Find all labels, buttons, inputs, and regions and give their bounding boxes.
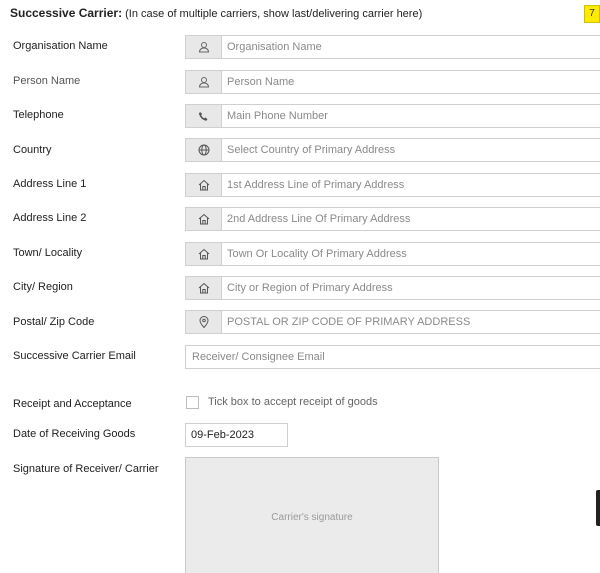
address-line-2-label: Address Line 2 xyxy=(13,212,87,224)
step-badge: 7 xyxy=(584,5,600,23)
section-header: Successive Carrier: (In case of multiple… xyxy=(10,6,422,20)
scroll-handle[interactable] xyxy=(596,490,600,526)
accept-receipt-label: Tick box to accept receipt of goods xyxy=(208,396,378,408)
address-line-2-field xyxy=(185,207,600,231)
country-field xyxy=(185,138,600,162)
section-note: (In case of multiple carriers, show last… xyxy=(125,8,423,20)
accept-receipt-checkbox[interactable] xyxy=(186,396,199,409)
home-icon xyxy=(186,277,222,299)
phone-icon xyxy=(186,105,222,127)
town-locality-input[interactable] xyxy=(222,243,600,265)
signature-pad[interactable]: Carrier's signature xyxy=(185,457,439,573)
telephone-input[interactable] xyxy=(222,105,600,127)
person-name-label: Person Name xyxy=(13,75,81,87)
signature-label: Signature of Receiver/ Carrier xyxy=(13,463,159,475)
receipt-label: Receipt and Acceptance xyxy=(13,398,132,410)
telephone-label: Telephone xyxy=(13,109,64,121)
organisation-name-label: Organisation Name xyxy=(13,40,108,52)
home-icon xyxy=(186,243,222,265)
postal-code-label: Postal/ Zip Code xyxy=(13,316,95,328)
country-input[interactable] xyxy=(222,139,600,161)
address-line-2-input[interactable] xyxy=(222,208,600,230)
home-icon xyxy=(186,208,222,230)
postal-code-input[interactable] xyxy=(222,311,600,333)
section-title: Successive Carrier: xyxy=(10,6,123,20)
organisation-name-field xyxy=(185,35,600,59)
person-name-input[interactable] xyxy=(222,71,600,93)
date-receiving-input[interactable] xyxy=(186,424,287,446)
address-line-1-label: Address Line 1 xyxy=(13,178,87,190)
town-locality-label: Town/ Locality xyxy=(13,247,83,259)
telephone-field xyxy=(185,104,600,128)
city-region-label: City/ Region xyxy=(13,281,73,293)
user-icon xyxy=(186,71,222,93)
postal-code-field xyxy=(185,310,600,334)
home-icon xyxy=(186,174,222,196)
date-receiving-label: Date of Receiving Goods xyxy=(13,428,136,440)
organisation-name-input[interactable] xyxy=(222,36,600,58)
globe-icon xyxy=(186,139,222,161)
city-region-field xyxy=(185,276,600,300)
carrier-email-label: Successive Carrier Email xyxy=(13,350,136,362)
country-label: Country xyxy=(13,144,52,156)
date-receiving-field xyxy=(185,423,288,447)
carrier-email-field xyxy=(185,345,600,369)
address-line-1-input[interactable] xyxy=(222,174,600,196)
carrier-email-input[interactable] xyxy=(186,346,600,368)
person-name-field xyxy=(185,70,600,94)
map-pin-icon xyxy=(186,311,222,333)
town-locality-field xyxy=(185,242,600,266)
address-line-1-field xyxy=(185,173,600,197)
user-icon xyxy=(186,36,222,58)
city-region-input[interactable] xyxy=(222,277,600,299)
signature-placeholder: Carrier's signature xyxy=(271,511,353,523)
